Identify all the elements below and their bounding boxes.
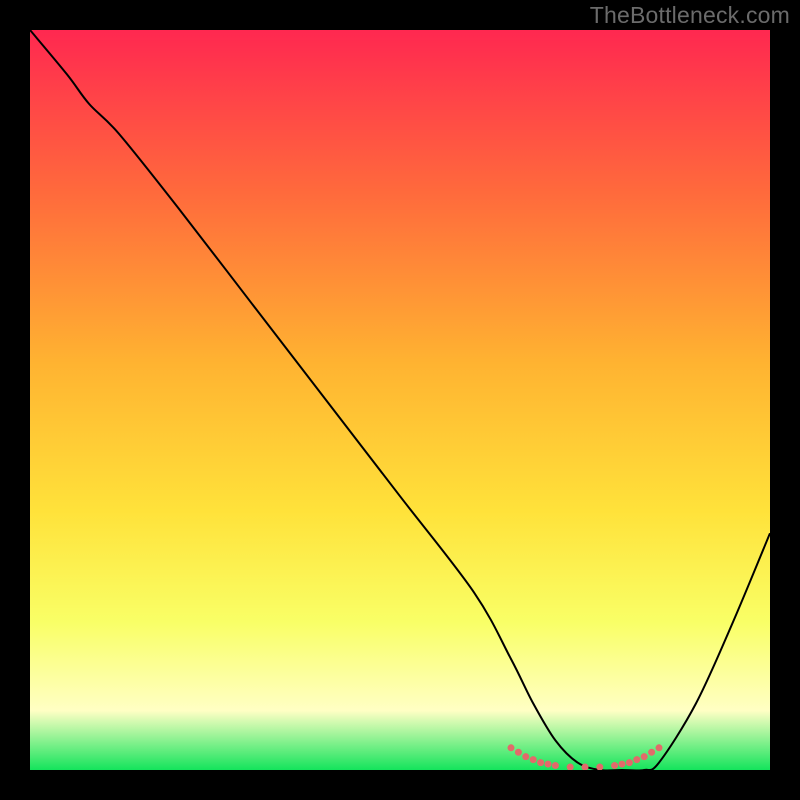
watermark-label: TheBottleneck.com (590, 2, 790, 29)
valley-bead (522, 753, 529, 760)
valley-bead (515, 749, 522, 756)
valley-bead (611, 762, 618, 769)
valley-bead (656, 744, 663, 751)
valley-bead (530, 756, 537, 763)
chart-frame: TheBottleneck.com (0, 0, 800, 800)
chart-plot (30, 30, 770, 770)
chart-svg (30, 30, 770, 770)
valley-bead (626, 759, 633, 766)
valley-bead (648, 749, 655, 756)
valley-bead (641, 753, 648, 760)
valley-bead (537, 759, 544, 766)
valley-bead (545, 761, 552, 768)
gradient-background (30, 30, 770, 770)
valley-bead (508, 744, 515, 751)
valley-bead (552, 762, 559, 769)
valley-bead (619, 761, 626, 768)
valley-bead (633, 756, 640, 763)
